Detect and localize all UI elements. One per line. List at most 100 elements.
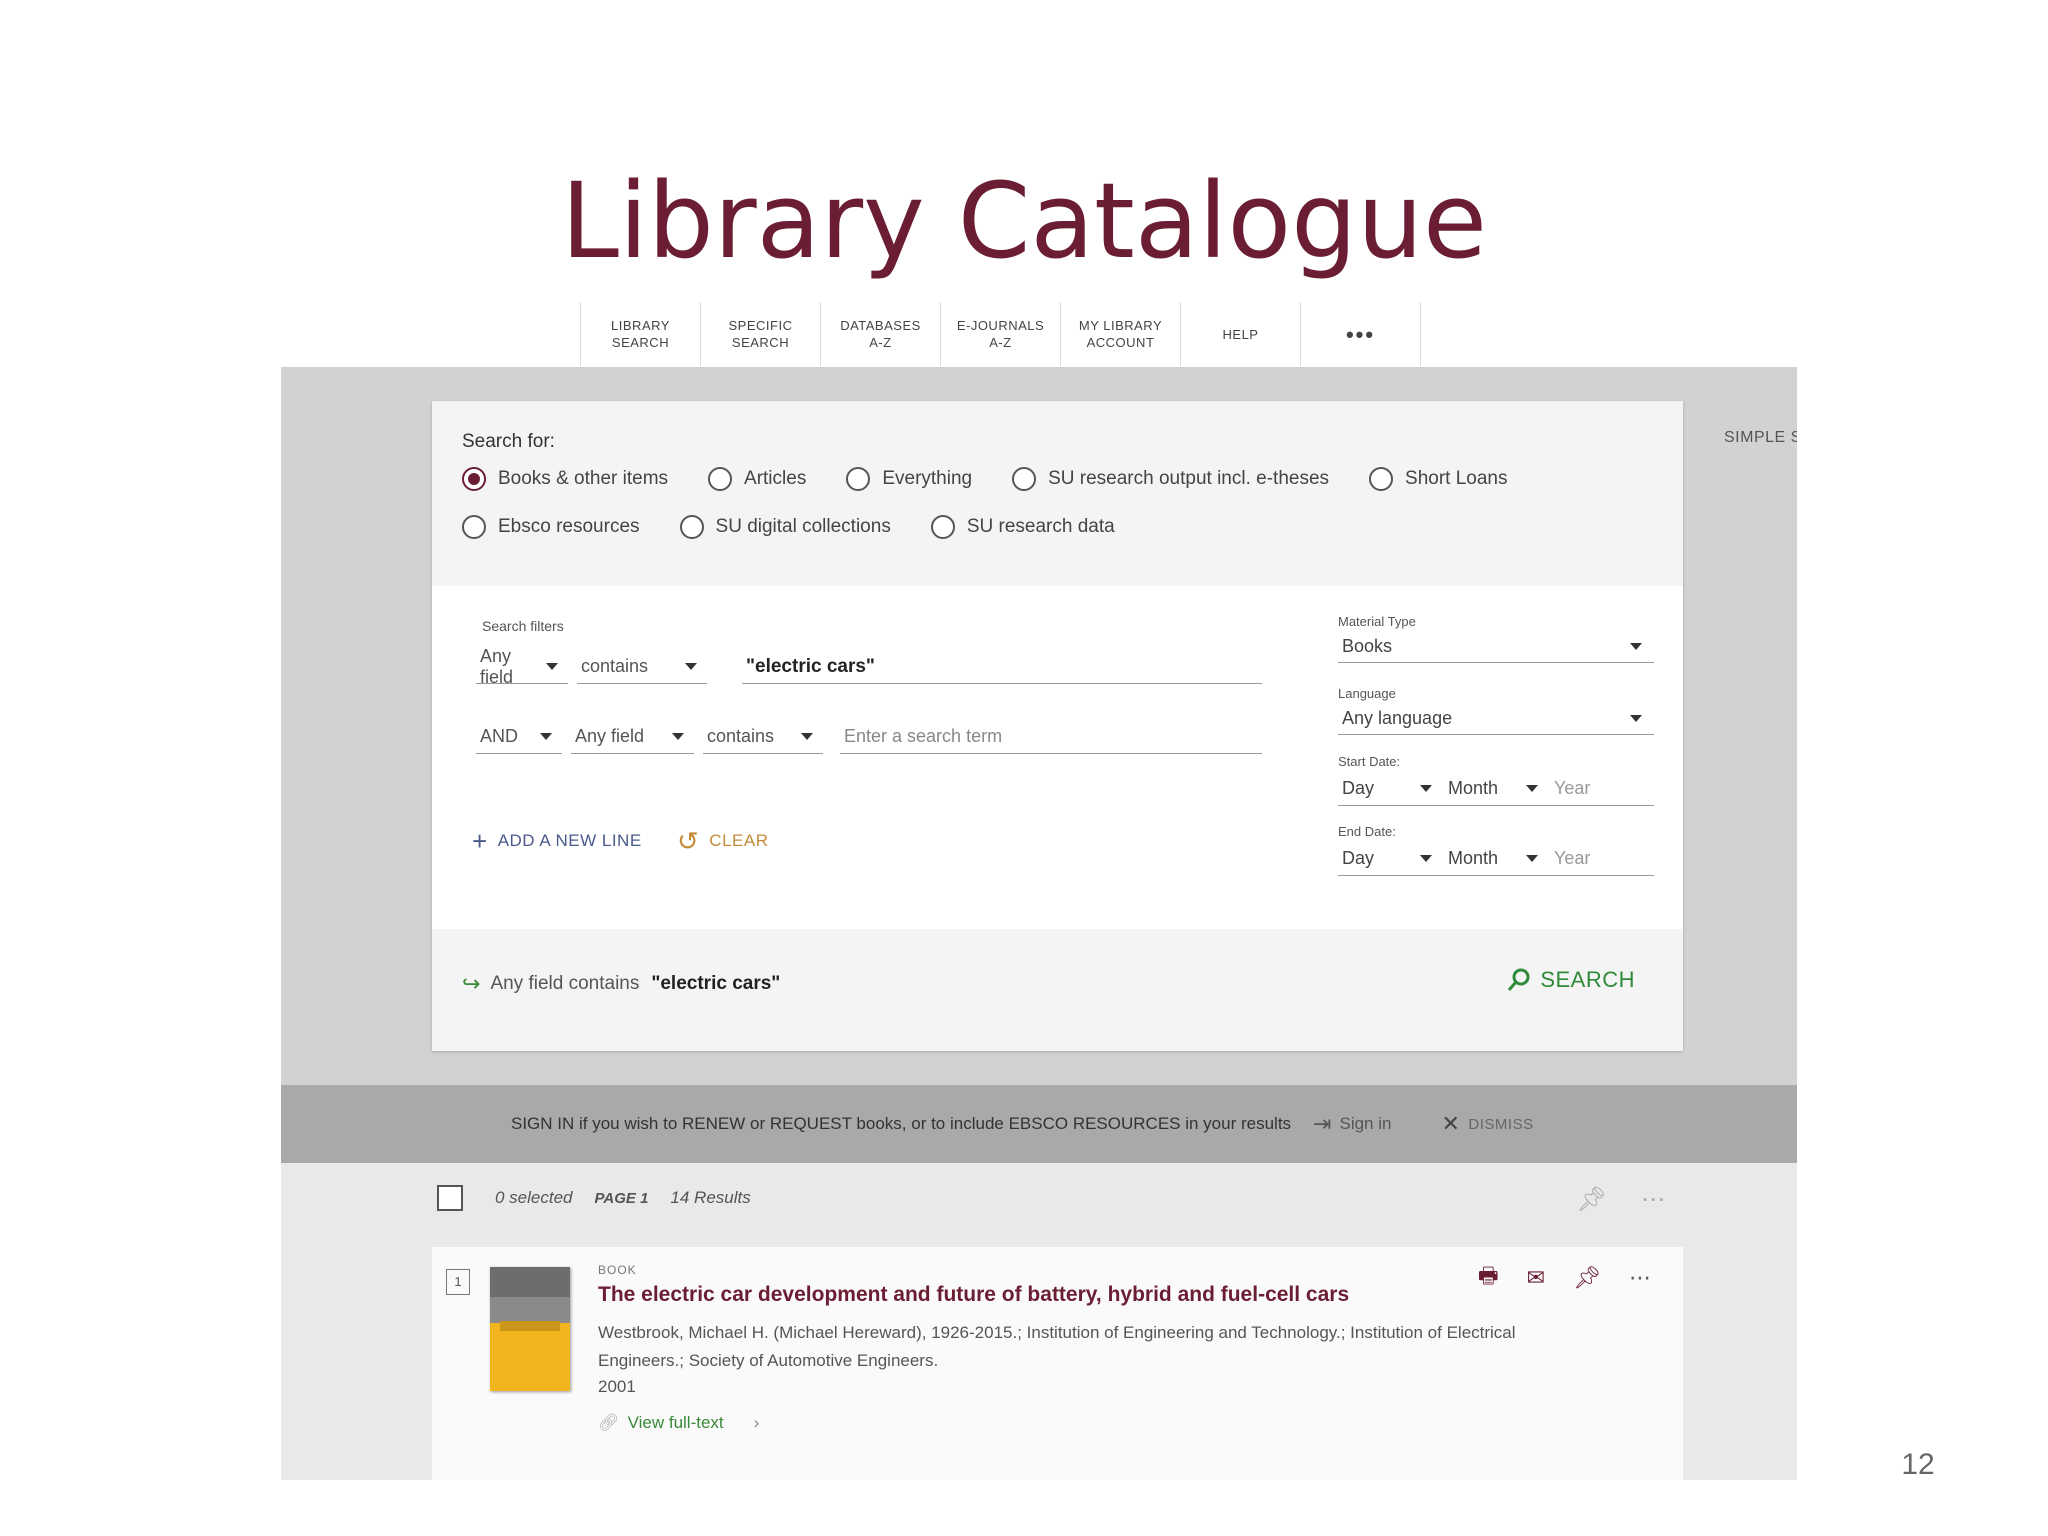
record-title-link[interactable]: The electric car development and future … bbox=[598, 1283, 1349, 1307]
radio-icon[interactable] bbox=[679, 515, 704, 539]
query-summary: ↪ Any field contains "electric cars" bbox=[462, 971, 781, 996]
chevron-down-icon bbox=[1420, 854, 1432, 862]
record-actions: 🖶 ✉ 📌︎ ⋯ bbox=[1450, 1259, 1651, 1297]
dismiss-button[interactable]: ✕ DISMISS bbox=[1441, 1111, 1533, 1137]
scope-options-row-1: Books & other items Articles Everything … bbox=[462, 467, 1548, 491]
signin-message: SIGN IN if you wish to RENEW or REQUEST … bbox=[511, 1114, 1292, 1133]
result-record: 1 BOOK The electric car development and … bbox=[432, 1247, 1683, 1480]
scope-ebsco[interactable]: Ebsco resources bbox=[462, 515, 640, 539]
start-year-input[interactable]: Year bbox=[1550, 778, 1590, 799]
simple-search-link[interactable]: SIMPLE S bbox=[1724, 429, 1797, 447]
chevron-down-icon bbox=[801, 733, 813, 740]
selected-count: 0 selected bbox=[495, 1188, 573, 1207]
advanced-search-panel: Search for: Books & other items Articles… bbox=[432, 401, 1683, 1051]
line1-field-select[interactable]: Any field bbox=[476, 646, 568, 687]
nav-my-library-account[interactable]: MY LIBRARY ACCOUNT bbox=[1061, 302, 1181, 366]
search-button[interactable]: SEARCH bbox=[1506, 967, 1635, 993]
plus-icon: + bbox=[472, 826, 488, 856]
more-options-icon[interactable]: ⋯ bbox=[1641, 1185, 1665, 1214]
radio-icon[interactable] bbox=[462, 515, 486, 539]
results-toolbar: 0 selected PAGE 1 14 Results bbox=[437, 1185, 773, 1211]
start-date-filter: Start Date: Day Month Year bbox=[1338, 754, 1654, 806]
language-select[interactable]: Any language bbox=[1338, 703, 1654, 735]
scope-short-loans[interactable]: Short Loans bbox=[1369, 467, 1508, 491]
chevron-down-icon bbox=[546, 663, 558, 670]
print-icon[interactable]: 🖶 bbox=[1478, 1259, 1499, 1297]
scope-su-research-data[interactable]: SU research data bbox=[930, 515, 1115, 539]
signin-button[interactable]: ⇥ Sign in bbox=[1313, 1111, 1391, 1137]
line2-operator-select[interactable]: contains bbox=[703, 720, 823, 754]
scope-everything[interactable]: Everything bbox=[846, 467, 972, 491]
chevron-down-icon bbox=[1630, 715, 1642, 722]
catalogue-screenshot: SIMPLE S Search for: Books & other items… bbox=[281, 367, 1797, 1480]
end-date-filter: End Date: Day Month Year bbox=[1338, 824, 1654, 876]
end-year-input[interactable]: Year bbox=[1550, 848, 1590, 869]
line2-boolean-select[interactable]: AND bbox=[476, 720, 562, 754]
search-for-label: Search for: bbox=[462, 431, 555, 452]
chevron-down-icon bbox=[1420, 784, 1432, 792]
add-new-line-button[interactable]: + ADD A NEW LINE bbox=[472, 828, 642, 854]
material-type-filter: Material Type Books bbox=[1338, 614, 1654, 663]
scope-options-row-2: Ebsco resources SU digital collections S… bbox=[462, 515, 1155, 539]
material-type-select[interactable]: Books bbox=[1338, 631, 1654, 663]
end-day-select[interactable]: Day bbox=[1338, 848, 1444, 869]
search-filters-box: Search filters Any field contains "elect… bbox=[432, 586, 1683, 929]
results-count: 14 Results bbox=[670, 1188, 751, 1207]
pin-icon[interactable]: 📌︎ bbox=[1573, 1265, 1601, 1291]
radio-icon[interactable] bbox=[930, 515, 955, 539]
chevron-down-icon bbox=[685, 663, 697, 670]
chevron-down-icon bbox=[540, 733, 552, 740]
close-icon: ✕ bbox=[1441, 1111, 1461, 1136]
start-day-select[interactable]: Day bbox=[1338, 778, 1444, 799]
results-area: 0 selected PAGE 1 14 Results 📌︎ ⋯ 1 BOOK… bbox=[281, 1163, 1797, 1480]
end-month-select[interactable]: Month bbox=[1444, 848, 1550, 869]
page-indicator: PAGE 1 bbox=[594, 1189, 649, 1207]
line1-operator-select[interactable]: contains bbox=[577, 650, 707, 684]
nav-ejournals-az[interactable]: E-JOURNALS A-Z bbox=[941, 302, 1061, 366]
email-icon[interactable]: ✉ bbox=[1527, 1265, 1545, 1291]
select-all-checkbox[interactable] bbox=[437, 1185, 463, 1211]
slide-title: Library Catalogue bbox=[561, 160, 1487, 282]
radio-icon[interactable] bbox=[708, 467, 733, 491]
search-icon bbox=[1508, 968, 1530, 991]
view-fulltext-link[interactable]: 🔗︎ View full-text › bbox=[598, 1413, 759, 1433]
chevron-down-icon bbox=[1526, 784, 1538, 792]
chevron-down-icon bbox=[1630, 643, 1642, 650]
nav-help[interactable]: HELP bbox=[1181, 302, 1301, 366]
nav-specific-search[interactable]: SPECIFIC SEARCH bbox=[701, 302, 821, 366]
scope-articles[interactable]: Articles bbox=[708, 467, 806, 491]
slide-page-number: 12 bbox=[1901, 1448, 1935, 1481]
scope-books[interactable]: Books & other items bbox=[462, 467, 668, 491]
top-navigation: LIBRARY SEARCH SPECIFIC SEARCH DATABASES… bbox=[580, 302, 1421, 366]
book-cover-thumbnail[interactable] bbox=[490, 1267, 570, 1391]
more-options-icon[interactable]: ⋯ bbox=[1629, 1265, 1651, 1291]
signin-banner: SIGN IN if you wish to RENEW or REQUEST … bbox=[281, 1085, 1797, 1163]
line2-field-select[interactable]: Any field bbox=[571, 720, 694, 754]
sign-in-icon: ⇥ bbox=[1313, 1111, 1332, 1136]
results-toolbar-actions: 📌︎ ⋯ bbox=[1577, 1185, 1665, 1214]
record-number[interactable]: 1 bbox=[446, 1269, 470, 1295]
radio-icon[interactable] bbox=[846, 467, 871, 491]
record-authors: Westbrook, Michael H. (Michael Hereward)… bbox=[598, 1323, 1516, 1370]
line1-search-term-input[interactable]: "electric cars" bbox=[742, 650, 1262, 684]
pin-icon[interactable]: 📌︎ bbox=[1577, 1185, 1607, 1214]
language-filter: Language Any language bbox=[1338, 686, 1654, 735]
nav-library-search[interactable]: LIBRARY SEARCH bbox=[580, 302, 701, 366]
radio-icon[interactable] bbox=[1369, 467, 1394, 491]
record-type: BOOK bbox=[598, 1263, 637, 1277]
nav-more-button[interactable]: ••• bbox=[1301, 302, 1421, 366]
scope-su-research-output[interactable]: SU research output incl. e-theses bbox=[1012, 467, 1329, 491]
record-year: 2001 bbox=[598, 1377, 636, 1396]
link-icon: 🔗︎ bbox=[598, 1413, 620, 1432]
reset-icon: ↺ bbox=[677, 826, 700, 856]
scope-su-digital-collections[interactable]: SU digital collections bbox=[679, 515, 891, 539]
clear-button[interactable]: ↺ CLEAR bbox=[677, 828, 768, 854]
arrow-right-icon: ↪ bbox=[462, 971, 481, 996]
nav-databases-az[interactable]: DATABASES A-Z bbox=[821, 302, 941, 366]
line2-search-term-input[interactable]: Enter a search term bbox=[840, 720, 1262, 754]
radio-icon[interactable] bbox=[1012, 467, 1037, 491]
start-month-select[interactable]: Month bbox=[1444, 778, 1550, 799]
chevron-down-icon bbox=[672, 733, 684, 740]
chevron-down-icon bbox=[1526, 854, 1538, 862]
radio-checked-icon[interactable] bbox=[462, 467, 486, 491]
